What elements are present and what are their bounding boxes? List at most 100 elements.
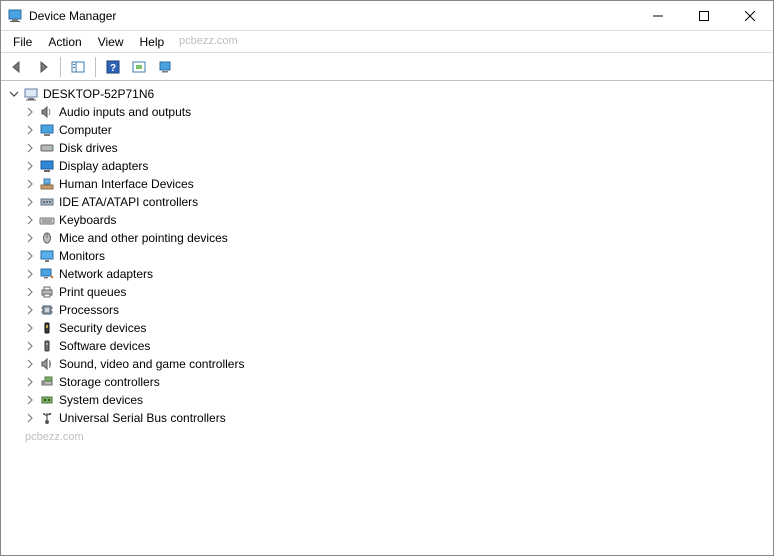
keyboard-icon: [39, 212, 55, 228]
tree-row[interactable]: Storage controllers: [19, 373, 771, 391]
expand-icon[interactable]: [23, 141, 37, 155]
app-icon: [7, 8, 23, 24]
tree-row[interactable]: Software devices: [19, 337, 771, 355]
tree-row[interactable]: Disk drives: [19, 139, 771, 157]
toolbar-separator: [60, 57, 61, 77]
minimize-button[interactable]: [635, 1, 681, 30]
toolbar-help-button[interactable]: ?: [101, 56, 125, 78]
expand-icon[interactable]: [23, 231, 37, 245]
toolbar-scan-button[interactable]: [127, 56, 151, 78]
titlebar: Device Manager: [1, 1, 773, 31]
tree-item-label: Display adapters: [59, 159, 148, 173]
software-icon: [39, 338, 55, 354]
expand-icon[interactable]: [23, 411, 37, 425]
menu-view[interactable]: View: [90, 33, 132, 51]
toolbar-separator: [95, 57, 96, 77]
tree-item-label: Disk drives: [59, 141, 118, 155]
tree-item-label: Processors: [59, 303, 119, 317]
tree-item-label: Audio inputs and outputs: [59, 105, 191, 119]
collapse-icon[interactable]: [7, 87, 21, 101]
tree-item-label: System devices: [59, 393, 143, 407]
tree-item-label: Security devices: [59, 321, 146, 335]
expand-icon[interactable]: [23, 339, 37, 353]
tree-row[interactable]: Universal Serial Bus controllers: [19, 409, 771, 427]
expand-icon[interactable]: [23, 357, 37, 371]
tree-item-label: IDE ATA/ATAPI controllers: [59, 195, 198, 209]
expand-icon[interactable]: [23, 267, 37, 281]
tree-item-label: Sound, video and game controllers: [59, 357, 244, 371]
tree-row[interactable]: Mice and other pointing devices: [19, 229, 771, 247]
tree-row[interactable]: Security devices: [19, 319, 771, 337]
menubar: File Action View Help pcbezz.com: [1, 31, 773, 53]
expand-icon[interactable]: [23, 159, 37, 173]
tree-row[interactable]: Processors: [19, 301, 771, 319]
tree-root-row[interactable]: DESKTOP-52P71N6: [3, 85, 771, 103]
expand-icon[interactable]: [23, 195, 37, 209]
tree-row[interactable]: System devices: [19, 391, 771, 409]
expand-icon[interactable]: [23, 321, 37, 335]
tree-row[interactable]: Monitors: [19, 247, 771, 265]
system-icon: [39, 392, 55, 408]
expand-icon[interactable]: [23, 213, 37, 227]
toolbar: ?: [1, 53, 773, 81]
maximize-button[interactable]: [681, 1, 727, 30]
window-buttons: [635, 1, 773, 30]
toolbar-forward-button[interactable]: [31, 56, 55, 78]
tree-row[interactable]: Network adapters: [19, 265, 771, 283]
tree-item-label: Mice and other pointing devices: [59, 231, 228, 245]
tree-row[interactable]: Print queues: [19, 283, 771, 301]
tree-row[interactable]: IDE ATA/ATAPI controllers: [19, 193, 771, 211]
security-icon: [39, 320, 55, 336]
tree-row[interactable]: Audio inputs and outputs: [19, 103, 771, 121]
close-button[interactable]: [727, 1, 773, 30]
tree-row[interactable]: Human Interface Devices: [19, 175, 771, 193]
device-tree: DESKTOP-52P71N6 Audio inputs and outputs…: [1, 81, 773, 555]
expand-icon[interactable]: [23, 393, 37, 407]
mouse-icon: [39, 230, 55, 246]
tree-item-label: Keyboards: [59, 213, 116, 227]
hid-icon: [39, 176, 55, 192]
tree-item-label: Human Interface Devices: [59, 177, 194, 191]
tree-row[interactable]: Computer: [19, 121, 771, 139]
tree-item-label: Universal Serial Bus controllers: [59, 411, 226, 425]
expand-icon[interactable]: [23, 375, 37, 389]
usb-icon: [39, 410, 55, 426]
tree-item-label: Network adapters: [59, 267, 153, 281]
expand-icon[interactable]: [23, 285, 37, 299]
toolbar-show-hide-button[interactable]: [66, 56, 90, 78]
toolbar-back-button[interactable]: [5, 56, 29, 78]
window-title: Device Manager: [29, 9, 635, 23]
menu-help[interactable]: Help: [132, 33, 173, 51]
computer-icon: [23, 86, 39, 102]
network-icon: [39, 266, 55, 282]
expand-icon[interactable]: [23, 105, 37, 119]
tree-item-label: Software devices: [59, 339, 150, 353]
printer-icon: [39, 284, 55, 300]
tree-row[interactable]: Sound, video and game controllers: [19, 355, 771, 373]
watermark-top: pcbezz.com: [179, 35, 238, 47]
svg-text:?: ?: [110, 63, 116, 74]
speaker-icon: [39, 104, 55, 120]
tree-row[interactable]: Keyboards: [19, 211, 771, 229]
monitor2-icon: [39, 248, 55, 264]
tree-row[interactable]: Display adapters: [19, 157, 771, 175]
sound-icon: [39, 356, 55, 372]
tree-item-label: Computer: [59, 123, 112, 137]
menu-file[interactable]: File: [5, 33, 40, 51]
tree-item-label: Print queues: [59, 285, 126, 299]
disk-icon: [39, 140, 55, 156]
toolbar-properties-button[interactable]: [153, 56, 177, 78]
tree-root-label: DESKTOP-52P71N6: [43, 87, 154, 101]
expand-icon[interactable]: [23, 249, 37, 263]
display-icon: [39, 158, 55, 174]
storage-icon: [39, 374, 55, 390]
expand-icon[interactable]: [23, 177, 37, 191]
menu-action[interactable]: Action: [40, 33, 89, 51]
expand-icon[interactable]: [23, 123, 37, 137]
watermark-bottom: pcbezz.com: [25, 431, 84, 443]
ide-icon: [39, 194, 55, 210]
tree-item-label: Storage controllers: [59, 375, 160, 389]
expand-icon[interactable]: [23, 303, 37, 317]
tree-item-label: Monitors: [59, 249, 105, 263]
cpu-icon: [39, 302, 55, 318]
